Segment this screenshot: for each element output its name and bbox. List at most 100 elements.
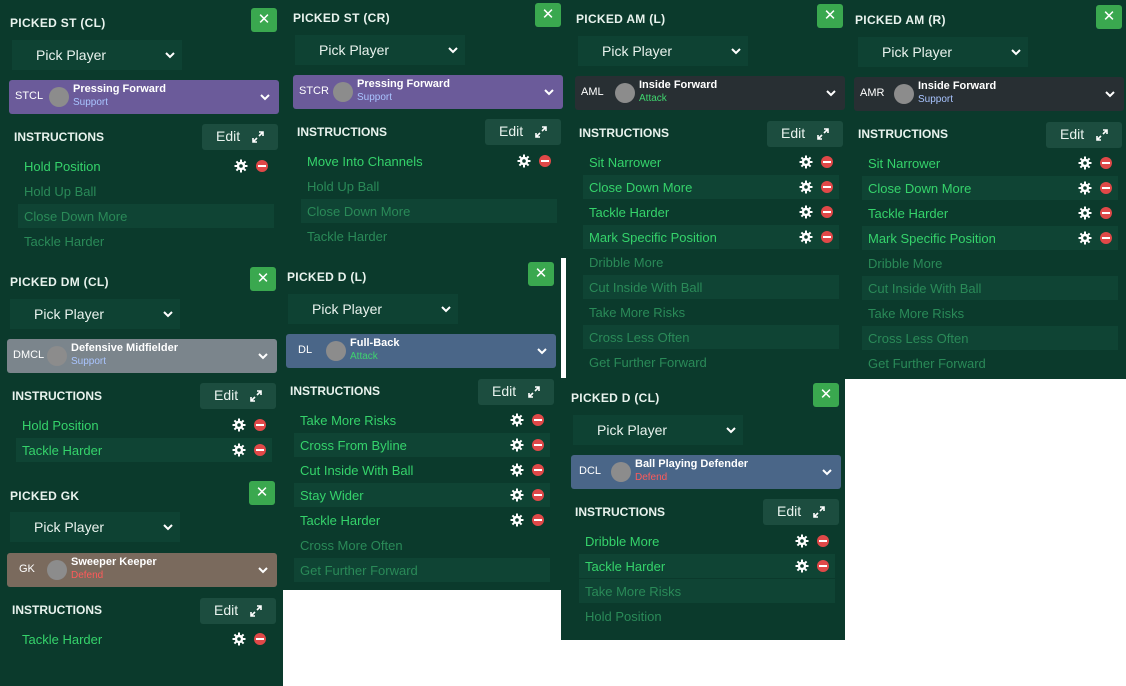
pick-player-dropdown[interactable]: Pick Player	[10, 512, 180, 542]
instruction-row[interactable]: Take More Risks	[579, 579, 835, 603]
pick-player-dropdown[interactable]: Pick Player	[288, 294, 458, 324]
remove-icon[interactable]	[254, 633, 266, 645]
instruction-row[interactable]: Close Down More	[583, 175, 839, 199]
instruction-row[interactable]: Tackle Harder	[583, 200, 839, 224]
close-button[interactable]: ✕	[817, 4, 843, 28]
instruction-row[interactable]: Take More Risks	[294, 408, 550, 432]
instruction-row[interactable]: Tackle Harder	[18, 229, 274, 253]
remove-icon[interactable]	[532, 514, 544, 526]
close-button[interactable]: ✕	[528, 262, 554, 286]
gear-icon[interactable]	[1078, 156, 1092, 170]
role-selector[interactable]: DL Full-Back Attack	[286, 334, 556, 368]
edit-button[interactable]: Edit	[478, 379, 554, 405]
pick-player-dropdown[interactable]: Pick Player	[858, 37, 1028, 67]
instruction-row[interactable]: Cut Inside With Ball	[294, 458, 550, 482]
gear-icon[interactable]	[510, 463, 524, 477]
instruction-row[interactable]: Cut Inside With Ball	[583, 275, 839, 299]
gear-icon[interactable]	[234, 159, 248, 173]
instruction-row[interactable]: Tackle Harder	[294, 508, 550, 532]
instruction-row[interactable]: Take More Risks	[583, 300, 839, 324]
remove-icon[interactable]	[1100, 232, 1112, 244]
instruction-row[interactable]: Take More Risks	[862, 301, 1118, 325]
edit-button[interactable]: Edit	[200, 383, 276, 409]
instruction-row[interactable]: Hold Up Ball	[18, 179, 274, 203]
remove-icon[interactable]	[1100, 207, 1112, 219]
role-selector[interactable]: AMR Inside Forward Support	[854, 77, 1124, 111]
pick-player-dropdown[interactable]: Pick Player	[573, 415, 743, 445]
gear-icon[interactable]	[799, 205, 813, 219]
remove-icon[interactable]	[532, 439, 544, 451]
instruction-row[interactable]: Hold Position	[16, 413, 272, 437]
gear-icon[interactable]	[232, 632, 246, 646]
instruction-row[interactable]: Cross More Often	[294, 533, 550, 557]
remove-icon[interactable]	[1100, 157, 1112, 169]
remove-icon[interactable]	[254, 419, 266, 431]
remove-icon[interactable]	[532, 414, 544, 426]
gear-icon[interactable]	[510, 413, 524, 427]
instruction-row[interactable]: Hold Position	[579, 604, 835, 628]
remove-icon[interactable]	[532, 464, 544, 476]
remove-icon[interactable]	[256, 160, 268, 172]
instruction-row[interactable]: Dribble More	[583, 250, 839, 274]
instruction-row[interactable]: Tackle Harder	[862, 201, 1118, 225]
remove-icon[interactable]	[821, 231, 833, 243]
gear-icon[interactable]	[517, 154, 531, 168]
gear-icon[interactable]	[799, 155, 813, 169]
close-button[interactable]: ✕	[1096, 5, 1122, 29]
instruction-row[interactable]: Tackle Harder	[579, 554, 835, 578]
pick-player-dropdown[interactable]: Pick Player	[12, 40, 182, 70]
close-button[interactable]: ✕	[250, 267, 276, 291]
instruction-row[interactable]: Get Further Forward	[583, 350, 839, 374]
edit-button[interactable]: Edit	[1046, 122, 1122, 148]
instruction-row[interactable]: Mark Specific Position	[862, 226, 1118, 250]
remove-icon[interactable]	[817, 535, 829, 547]
close-button[interactable]: ✕	[249, 481, 275, 505]
instruction-row[interactable]: Tackle Harder	[16, 438, 272, 462]
remove-icon[interactable]	[539, 155, 551, 167]
remove-icon[interactable]	[817, 560, 829, 572]
gear-icon[interactable]	[1078, 231, 1092, 245]
instruction-row[interactable]: Close Down More	[18, 204, 274, 228]
instruction-row[interactable]: Cut Inside With Ball	[862, 276, 1118, 300]
gear-icon[interactable]	[510, 438, 524, 452]
edit-button[interactable]: Edit	[763, 499, 839, 525]
instruction-row[interactable]: Cross Less Often	[583, 325, 839, 349]
instruction-row[interactable]: Sit Narrower	[583, 150, 839, 174]
pick-player-dropdown[interactable]: Pick Player	[295, 35, 465, 65]
instruction-row[interactable]: Stay Wider	[294, 483, 550, 507]
edit-button[interactable]: Edit	[200, 598, 276, 624]
remove-icon[interactable]	[532, 489, 544, 501]
instruction-row[interactable]: Dribble More	[862, 251, 1118, 275]
gear-icon[interactable]	[799, 180, 813, 194]
gear-icon[interactable]	[1078, 181, 1092, 195]
instruction-row[interactable]: Mark Specific Position	[583, 225, 839, 249]
role-selector[interactable]: DCL Ball Playing Defender Defend	[571, 455, 841, 489]
edit-button[interactable]: Edit	[485, 119, 561, 145]
gear-icon[interactable]	[232, 443, 246, 457]
role-selector[interactable]: GK Sweeper Keeper Defend	[7, 553, 277, 587]
instruction-row[interactable]: Get Further Forward	[862, 351, 1118, 375]
close-button[interactable]: ✕	[813, 383, 839, 407]
remove-icon[interactable]	[821, 206, 833, 218]
instruction-row[interactable]: Close Down More	[301, 199, 557, 223]
gear-icon[interactable]	[799, 230, 813, 244]
close-button[interactable]: ✕	[535, 3, 561, 27]
pick-player-dropdown[interactable]: Pick Player	[10, 299, 180, 329]
instruction-row[interactable]: Hold Up Ball	[301, 174, 557, 198]
remove-icon[interactable]	[1100, 182, 1112, 194]
instruction-row[interactable]: Get Further Forward	[294, 558, 550, 582]
remove-icon[interactable]	[821, 156, 833, 168]
instruction-row[interactable]: Move Into Channels	[301, 149, 557, 173]
instruction-row[interactable]: Cross From Byline	[294, 433, 550, 457]
remove-icon[interactable]	[254, 444, 266, 456]
instruction-row[interactable]: Hold Position	[18, 154, 274, 178]
instruction-row[interactable]: Cross Less Often	[862, 326, 1118, 350]
gear-icon[interactable]	[795, 534, 809, 548]
gear-icon[interactable]	[1078, 206, 1092, 220]
instruction-row[interactable]: Tackle Harder	[301, 224, 557, 248]
role-selector[interactable]: STCR Pressing Forward Support	[293, 75, 563, 109]
pick-player-dropdown[interactable]: Pick Player	[578, 36, 748, 66]
instruction-row[interactable]: Close Down More	[862, 176, 1118, 200]
gear-icon[interactable]	[510, 513, 524, 527]
gear-icon[interactable]	[795, 559, 809, 573]
